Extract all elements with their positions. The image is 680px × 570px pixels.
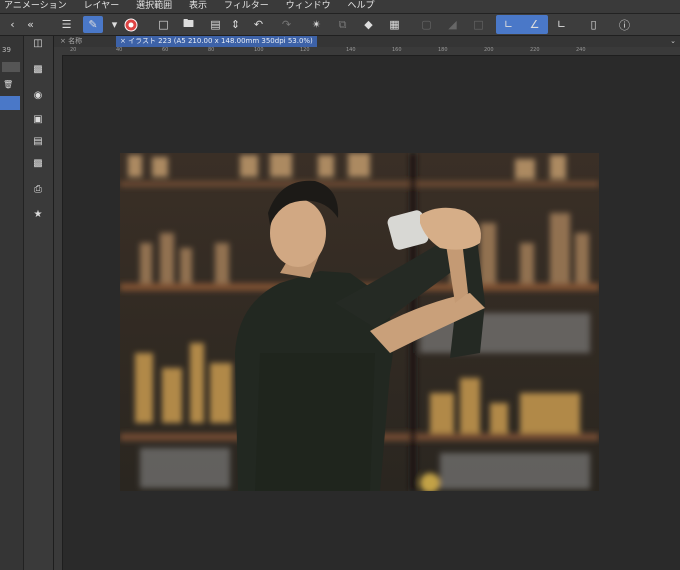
new-document-icon[interactable]: □ [155,16,172,33]
ruler-tick: 100 [254,47,264,53]
open-folder-icon[interactable]: 🖿 [180,16,197,33]
trash-icon[interactable]: 🗑 [3,80,13,89]
tool-property-panel: 39 🗑 [0,36,24,570]
ruler-tick: 220 [530,47,540,53]
redo-icon[interactable]: ↷ [278,16,295,33]
undo-icon[interactable]: ↶ [250,16,267,33]
layer-property-icon[interactable]: ▩ [30,156,46,170]
transform-icon[interactable]: ▦ [386,16,403,33]
menu-layer[interactable]: レイヤー [84,0,120,13]
size-slider[interactable] [2,62,20,72]
export-icon[interactable]: ⎙ [30,182,46,196]
navigator-icon[interactable]: ▤ [30,134,46,148]
dropdown-arrow-icon[interactable]: ▾ [106,16,123,33]
selected-layer-indicator[interactable] [0,96,20,110]
tablet-icon[interactable]: ▯ [585,16,602,33]
material-icon[interactable]: ▣ [30,112,46,126]
brush-size-value[interactable]: 39 [2,46,11,54]
layer-add-icon[interactable]: ◫ [30,36,46,50]
ruler-tick: 140 [346,47,356,53]
ruler-tick: 200 [484,47,494,53]
color-icon[interactable]: ◉ [30,88,46,102]
panel-collapse-right-icon[interactable]: « [22,16,39,33]
hamburger-menu-icon[interactable]: ☰ [58,16,75,33]
save-options-icon[interactable]: ⇕ [227,16,244,33]
help-icon[interactable]: ⓘ [616,16,633,33]
document-tabs: × 名称 × イラスト 223 (A5 210.00 x 148.00mm 35… [54,36,680,47]
panel-collapse-left-icon[interactable]: ‹ [4,16,21,33]
tab-name[interactable]: × 名称 [54,36,88,47]
snap-to-grid-icon[interactable]: ∟ [553,16,570,33]
new-file-icon[interactable]: ✎ [83,16,103,33]
invert-selection-icon[interactable]: ◢ [444,16,461,33]
ruler-tick: 160 [392,47,402,53]
snap-to-ruler-icon[interactable]: ∟ [500,16,517,33]
fill-selection-icon[interactable]: □ [470,16,487,33]
ruler-tick: 180 [438,47,448,53]
snap-to-special-ruler-icon[interactable]: ∠ [526,16,543,33]
tab-list-chevron-icon[interactable]: ⌄ [670,36,676,47]
illustration-canvas[interactable] [120,153,599,491]
menu-window[interactable]: ウィンドウ [286,0,331,13]
ruler-tick: 60 [162,47,169,53]
ruler-tick: 120 [300,47,310,53]
horizontal-ruler: 20 40 60 80 100 120 140 160 180 200 220 … [54,47,680,56]
vertical-ruler [54,55,63,570]
clear-selection-icon[interactable]: ▢ [418,16,435,33]
menu-selection[interactable]: 選択範囲 [136,0,172,13]
menu-view[interactable]: 表示 [189,0,207,13]
favorite-star-icon[interactable]: ★ [30,207,46,221]
save-icon[interactable]: ▤ [207,16,224,33]
ruler-tick: 80 [208,47,215,53]
ruler-tick: 20 [70,47,77,53]
bartender-artwork [120,153,599,491]
ruler-tick: 240 [576,47,586,53]
menu-bar: アニメーション レイヤー 選択範囲 表示 フィルター ウィンドウ ヘルプ [0,0,680,14]
layer-palette-icon[interactable]: ▩ [30,62,46,76]
tool-icon-column: ◫ ▩ ◉ ▣ ▤ ▩ ⎙ ★ [24,36,54,570]
clip-studio-icon[interactable] [122,16,139,33]
tab-illustration[interactable]: × イラスト 223 (A5 210.00 x 148.00mm 350dpi … [116,36,317,47]
fill-bucket-icon[interactable]: ◆ [360,16,377,33]
command-bar: ‹ « ☰ ✎ ▾ □ 🖿 ▤ ⇕ ↶ ↷ ✴ ⧉ ◆ ▦ ▢ ◢ □ ∟ ∠ … [0,14,680,36]
ruler-tick: 40 [116,47,123,53]
menu-help[interactable]: ヘルプ [348,0,375,13]
copy-icon[interactable]: ⧉ [334,16,351,33]
menu-filter[interactable]: フィルター [224,0,269,13]
loading-spinner-icon[interactable]: ✴ [308,16,325,33]
menu-animation[interactable]: アニメーション [4,0,67,13]
